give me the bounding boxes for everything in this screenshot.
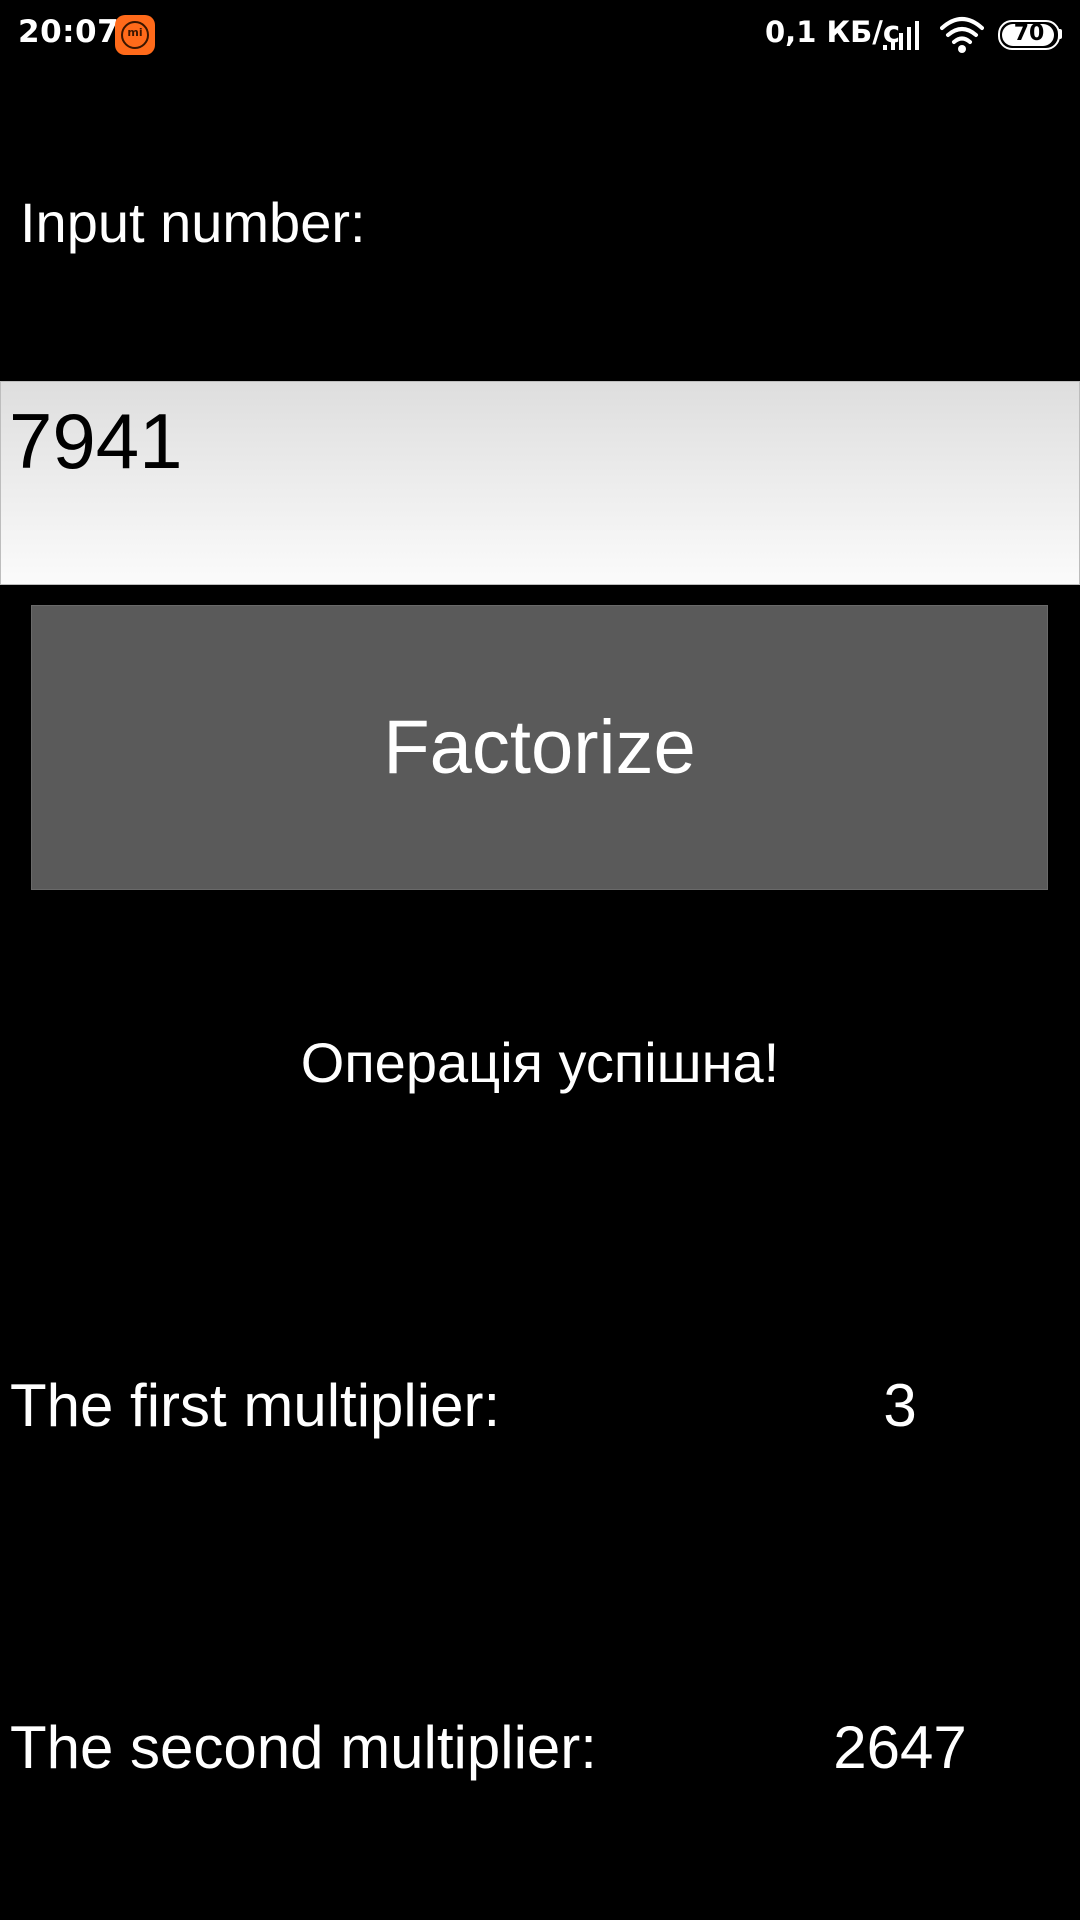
factorize-button[interactable]: Factorize bbox=[31, 605, 1048, 890]
first-multiplier-label: The first multiplier: bbox=[10, 1372, 501, 1439]
second-multiplier-value: 2647 bbox=[833, 1714, 967, 1781]
battery-icon: 70 bbox=[998, 20, 1062, 50]
second-multiplier-label: The second multiplier: bbox=[10, 1714, 597, 1781]
signal-icon bbox=[883, 21, 919, 50]
first-multiplier-value: 3 bbox=[883, 1372, 917, 1439]
status-message: Операція успішна! bbox=[300, 1031, 780, 1094]
status-bar: 20:07 mi 0,1 КБ/с 70 bbox=[0, 0, 1080, 72]
mi-icon: mi bbox=[115, 15, 155, 55]
battery-level: 70 bbox=[1013, 21, 1045, 46]
number-input[interactable]: 7941 bbox=[0, 381, 1080, 585]
status-time: 20:07 bbox=[18, 14, 120, 50]
input-label: Input number: bbox=[20, 191, 366, 254]
wifi-icon bbox=[940, 17, 984, 53]
mi-icon-text: mi bbox=[127, 26, 143, 39]
number-input-value[interactable]: 7941 bbox=[9, 396, 183, 487]
network-speed: 0,1 КБ/с bbox=[765, 15, 901, 49]
